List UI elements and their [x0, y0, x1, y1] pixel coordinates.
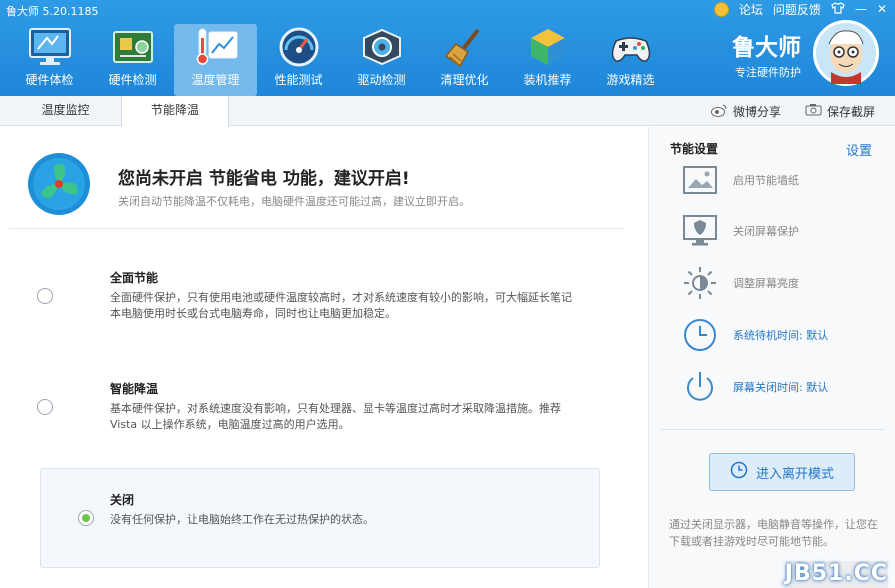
- system-controls: 论坛 问题反馈 — ✕: [713, 0, 887, 18]
- clock-icon: [730, 461, 748, 483]
- brightness-icon: [681, 264, 719, 302]
- shirt-icon[interactable]: [831, 1, 845, 17]
- broom-icon: [440, 24, 490, 69]
- option-desc: 全面硬件保护，只有使用电池或硬件温度较高时，才对系统速度有较小的影响，可大幅延长…: [110, 291, 572, 320]
- monitor-shield-icon: [681, 212, 719, 250]
- nav-driver-detect[interactable]: 驱动检测: [340, 24, 423, 96]
- thermometer-chart-icon: [191, 24, 241, 69]
- close-button[interactable]: ✕: [877, 2, 887, 16]
- top-bar: 鲁大师 5.20.1185 论坛 问题反馈 — ✕ 硬件体检 硬件检测 温度管理…: [0, 0, 895, 96]
- weibo-share-label: 微博分享: [733, 104, 782, 119]
- nav-game-picks[interactable]: 游戏精选: [589, 24, 672, 96]
- settings-item-screensaver[interactable]: 关闭屏幕保护: [681, 211, 881, 251]
- weibo-icon: [711, 103, 728, 120]
- app-window: 鲁大师 5.20.1185 论坛 问题反馈 — ✕ 硬件体检 硬件检测 温度管理…: [0, 0, 895, 588]
- option-title: 全面节能: [110, 271, 159, 285]
- option-title: 智能降温: [110, 382, 159, 396]
- tab-energy-saving[interactable]: 节能降温: [121, 96, 229, 127]
- power-icon: [681, 368, 719, 406]
- nav-hardware-detect[interactable]: 硬件检测: [91, 24, 174, 96]
- nav-label: 硬件检测: [108, 73, 157, 87]
- leave-mode-label: 进入离开模式: [755, 466, 834, 482]
- gamepad-icon: [606, 24, 656, 69]
- banner-subtext: 关闭自动节能降温不仅耗电，电脑硬件温度还可能过高，建议立即开启。: [118, 195, 470, 208]
- nav-label: 驱动检测: [357, 73, 406, 87]
- brand-slogan: 专注硬件防护: [735, 66, 801, 79]
- cube-icon: [523, 24, 573, 69]
- picture-icon: [681, 161, 719, 199]
- nav-clean-optimize[interactable]: 清理优化: [423, 24, 506, 96]
- leave-mode-button[interactable]: 进入离开模式: [709, 453, 855, 491]
- weibo-share-button[interactable]: 微博分享: [711, 96, 781, 126]
- nav-label: 游戏精选: [606, 73, 655, 87]
- settings-item-label: 屏幕关闭时间: 默认: [733, 381, 829, 394]
- save-screenshot-label: 保存截屏: [827, 104, 876, 119]
- save-screenshot-button[interactable]: 保存截屏: [805, 96, 875, 126]
- nav-label: 装机推荐: [523, 73, 572, 87]
- settings-title: 节能设置: [670, 142, 719, 156]
- gauge-icon: [274, 24, 324, 69]
- option-title: 关闭: [110, 493, 135, 507]
- divider: [661, 429, 885, 430]
- settings-panel: 节能设置 设置 启用节能墙纸 关闭屏幕保护 调整屏幕亮度 系统待机时间: 默认: [648, 127, 895, 588]
- option-radio-full-saving[interactable]: [37, 288, 53, 304]
- main-nav: 硬件体检 硬件检测 温度管理 性能测试 驱动检测 清理优化 装机推荐 游戏精选: [8, 24, 672, 96]
- feedback-link[interactable]: 问题反馈: [773, 1, 821, 18]
- banner-headline: 您尚未开启 节能省电 功能，建议开启!: [118, 169, 410, 189]
- gear-box-icon: [357, 24, 407, 69]
- option-radio-off[interactable]: [78, 510, 94, 526]
- circuit-board-icon: [108, 24, 158, 69]
- nav-hardware-checkup[interactable]: 硬件体检: [8, 24, 91, 96]
- watermark: JB51.CC: [784, 561, 888, 588]
- nav-label: 硬件体检: [25, 73, 74, 87]
- clock-icon: [681, 316, 719, 354]
- settings-note: 通过关闭显示器，电脑静音等操作，让您在下载或者挂游戏时尽可能地节能。: [669, 518, 878, 548]
- coin-icon[interactable]: [713, 1, 729, 17]
- option-desc: 没有任何保护，让电脑始终工作在无过热保护的状态。: [110, 513, 374, 526]
- tab-temperature-monitor[interactable]: 温度监控: [10, 96, 121, 126]
- fan-icon: [27, 152, 91, 216]
- minimize-button[interactable]: —: [855, 2, 867, 16]
- settings-item-label: 关闭屏幕保护: [733, 225, 799, 238]
- energy-saving-panel: 您尚未开启 节能省电 功能，建议开启! 关闭自动节能降温不仅耗电，电脑硬件温度还…: [0, 127, 648, 588]
- nav-label: 温度管理: [191, 73, 240, 87]
- nav-performance-test[interactable]: 性能测试: [257, 24, 340, 96]
- forum-link[interactable]: 论坛: [739, 1, 763, 18]
- settings-item-wallpaper[interactable]: 启用节能墙纸: [681, 160, 881, 200]
- window-title: 鲁大师 5.20.1185: [6, 5, 99, 18]
- settings-item-label: 启用节能墙纸: [733, 174, 799, 187]
- option-desc: 基本硬件保护，对系统速度没有影响，只有处理器、显卡等温度过高时才采取降温措施。推…: [110, 402, 561, 431]
- settings-item-screen-off-time[interactable]: 屏幕关闭时间: 默认: [681, 367, 881, 407]
- nav-label: 性能测试: [274, 73, 323, 87]
- brand-name: 鲁大师: [732, 35, 801, 61]
- brand: 鲁大师 专注硬件防护: [732, 35, 801, 80]
- monitor-icon: [25, 24, 75, 69]
- sub-tab-bar: 温度监控 节能降温 微博分享 保存截屏: [0, 96, 895, 127]
- settings-item-label: 系统待机时间: 默认: [733, 329, 829, 342]
- settings-link[interactable]: 设置: [846, 140, 872, 159]
- option-radio-smart-cooling[interactable]: [37, 399, 53, 415]
- mascot-avatar: [813, 20, 879, 86]
- nav-build-recommend[interactable]: 装机推荐: [506, 24, 589, 96]
- settings-item-label: 调整屏幕亮度: [733, 277, 799, 290]
- settings-item-standby-time[interactable]: 系统待机时间: 默认: [681, 315, 881, 355]
- settings-item-brightness[interactable]: 调整屏幕亮度: [681, 263, 881, 303]
- nav-temperature-management[interactable]: 温度管理: [174, 24, 257, 96]
- divider: [9, 228, 625, 229]
- camera-icon: [805, 103, 822, 119]
- nav-label: 清理优化: [440, 73, 489, 87]
